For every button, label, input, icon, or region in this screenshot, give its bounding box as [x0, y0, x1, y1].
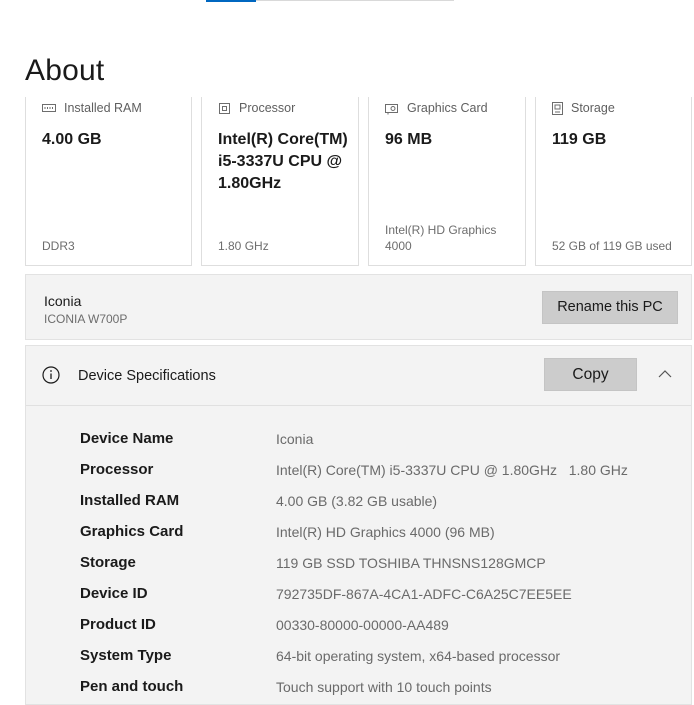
spec-row-processor: Processor Intel(R) Core(TM) i5-3337U CPU…: [80, 461, 680, 481]
card-header: Storage: [552, 101, 615, 115]
spec-value: 4.00 GB (3.82 GB usable): [276, 493, 438, 509]
rename-pc-button[interactable]: Rename this PC: [542, 291, 678, 324]
card-value: 4.00 GB: [42, 131, 102, 148]
card-detail: 52 GB of 119 GB used: [552, 239, 672, 253]
chevron-up-icon[interactable]: [658, 366, 672, 384]
card-installed-ram: Installed RAM 4.00 GB DDR3: [25, 97, 192, 266]
card-value: Intel(R) Core(TM) i5-3337U CPU @ 1.80GHz: [218, 131, 348, 192]
ram-icon: [42, 102, 56, 114]
card-detail: DDR3: [42, 239, 75, 253]
spec-label: Pen and touch: [80, 678, 184, 695]
spec-label: Product ID: [80, 616, 156, 633]
processor-icon: [218, 102, 231, 115]
spec-label: Graphics Card: [80, 523, 184, 540]
spec-label: Installed RAM: [80, 492, 180, 509]
spec-value: 119 GB SSD TOSHIBA THNSNS128GMCP: [276, 555, 546, 571]
card-label: Installed RAM: [64, 101, 142, 115]
pc-model: ICONIA W700P: [44, 312, 128, 326]
spec-label: Storage: [80, 554, 136, 571]
pc-name: Iconia: [44, 293, 82, 309]
card-detail: 1.80 GHz: [218, 239, 269, 253]
spec-label: Device ID: [80, 585, 148, 602]
device-specifications-panel: Device Specifications Copy Device Name I…: [25, 345, 692, 705]
copy-button[interactable]: Copy: [544, 358, 637, 391]
page-title: About: [25, 54, 105, 87]
spec-row-product-id: Product ID 00330-80000-00000-AA489: [80, 616, 680, 636]
spec-value: 00330-80000-00000-AA489: [276, 617, 449, 633]
device-specifications-header[interactable]: Device Specifications Copy: [26, 346, 691, 406]
spec-value: Intel(R) HD Graphics 4000 (96 MB): [276, 524, 495, 540]
storage-icon: [552, 101, 563, 115]
card-header: Processor: [218, 101, 295, 115]
spec-row-device-name: Device Name Iconia: [80, 430, 680, 450]
spec-label: Device Name: [80, 430, 174, 447]
active-tab-indicator: [206, 0, 256, 2]
spec-value: Touch support with 10 touch points: [276, 679, 492, 695]
spec-row-device-id: Device ID 792735DF-867A-4CA1-ADFC-C6A25C…: [80, 585, 680, 605]
card-header: Graphics Card: [385, 101, 488, 115]
spec-label: Processor: [80, 461, 154, 478]
spec-value: Iconia: [276, 431, 314, 447]
spec-row-installed-ram: Installed RAM 4.00 GB (3.82 GB usable): [80, 492, 680, 512]
spec-value: Intel(R) Core(TM) i5-3337U CPU @ 1.80GHz…: [276, 462, 628, 478]
spec-label: System Type: [80, 647, 172, 664]
card-graphics: Graphics Card 96 MB Intel(R) HD Graphics…: [368, 97, 526, 266]
spec-row-storage: Storage 119 GB SSD TOSHIBA THNSNS128GMCP: [80, 554, 680, 574]
spec-row-system-type: System Type 64-bit operating system, x64…: [80, 647, 680, 667]
spec-row-graphics-card: Graphics Card Intel(R) HD Graphics 4000 …: [80, 523, 680, 543]
info-icon: [42, 366, 60, 389]
spec-row-pen-and-touch: Pen and touch Touch support with 10 touc…: [80, 678, 680, 698]
spec-value: 64-bit operating system, x64-based proce…: [276, 648, 561, 664]
graphics-card-icon: [385, 102, 399, 115]
card-label: Processor: [239, 101, 296, 115]
card-label: Graphics Card: [407, 101, 488, 115]
spec-value: 792735DF-867A-4CA1-ADFC-C6A25C7EE5EE: [276, 586, 572, 602]
card-label: Storage: [571, 101, 615, 115]
card-value: 96 MB: [385, 131, 433, 148]
device-specifications-title: Device Specifications: [78, 368, 216, 384]
card-header: Installed RAM: [42, 101, 142, 115]
card-storage: Storage 119 GB 52 GB of 119 GB used: [535, 97, 692, 266]
pc-name-panel: Iconia ICONIA W700P Rename this PC: [25, 274, 692, 340]
card-value: 119 GB: [552, 131, 607, 148]
card-detail: Intel(R) HD Graphics 4000: [385, 223, 497, 253]
card-processor: Processor Intel(R) Core(TM) i5-3337U CPU…: [201, 97, 359, 266]
